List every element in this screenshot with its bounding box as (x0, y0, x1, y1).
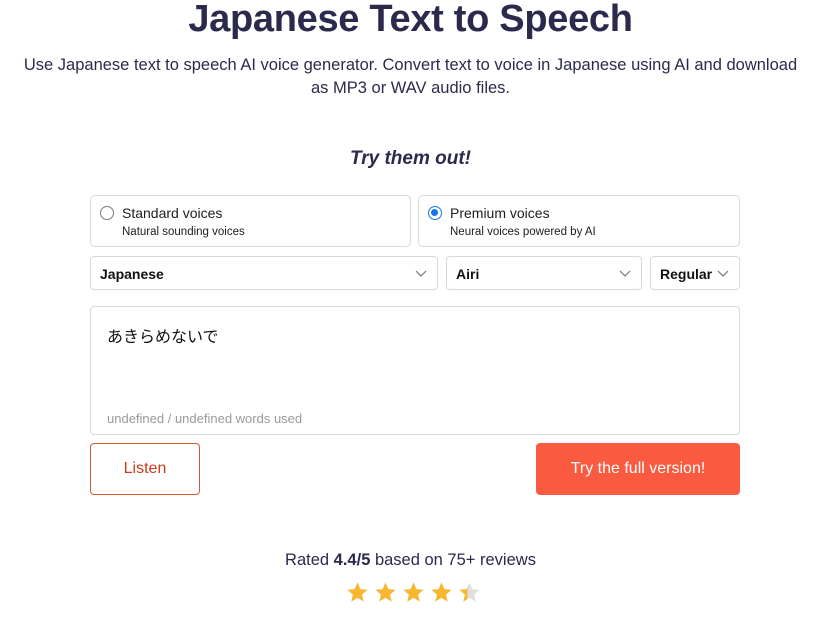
language-select-value: Japanese (100, 266, 164, 282)
star-icon (347, 582, 368, 602)
star-icon (403, 582, 424, 602)
language-select[interactable]: Japanese (90, 256, 438, 290)
try-them-out-heading: Try them out! (349, 148, 472, 169)
style-select[interactable]: Regular (650, 256, 740, 290)
premium-voices-option[interactable]: Premium voices Neural voices powered by … (418, 195, 740, 247)
standard-voices-title: Standard voices (122, 205, 223, 221)
page-title: Japanese Text to Speech (188, 0, 633, 40)
star-rating (346, 581, 481, 603)
style-select-value: Regular (660, 266, 713, 282)
chevron-down-icon (619, 270, 631, 277)
listen-button[interactable]: Listen (90, 443, 200, 495)
voice-select-value: Airi (456, 266, 480, 282)
chevron-down-icon (717, 270, 729, 277)
text-input-area[interactable]: あきらめないで undefined / undefined words used (90, 306, 740, 435)
star-icon (431, 582, 452, 602)
standard-voices-subtitle: Natural sounding voices (122, 226, 245, 238)
standard-voices-radio[interactable] (100, 206, 114, 220)
standard-voices-option[interactable]: Standard voices Natural sounding voices (90, 195, 411, 247)
rating-prefix: Rated (285, 551, 334, 569)
page-subtitle: Use Japanese text to speech AI voice gen… (23, 56, 798, 97)
star-icon (375, 582, 396, 602)
text-input-value[interactable]: あきらめないで (107, 323, 219, 347)
rating-score: 4.4/5 (333, 551, 371, 569)
voice-select[interactable]: Airi (446, 256, 642, 290)
premium-voices-radio[interactable] (428, 206, 442, 220)
premium-voices-subtitle: Neural voices powered by AI (450, 226, 596, 238)
word-count: undefined / undefined words used (107, 411, 303, 426)
premium-voices-title: Premium voices (450, 205, 550, 221)
chevron-down-icon (415, 270, 427, 277)
rating-text: Rated 4.4/5 based on 75+ reviews (0, 551, 821, 570)
rating-suffix: based on 75+ reviews (370, 551, 536, 569)
star-icon (459, 582, 480, 602)
try-full-version-button[interactable]: Try the full version! (536, 443, 740, 495)
